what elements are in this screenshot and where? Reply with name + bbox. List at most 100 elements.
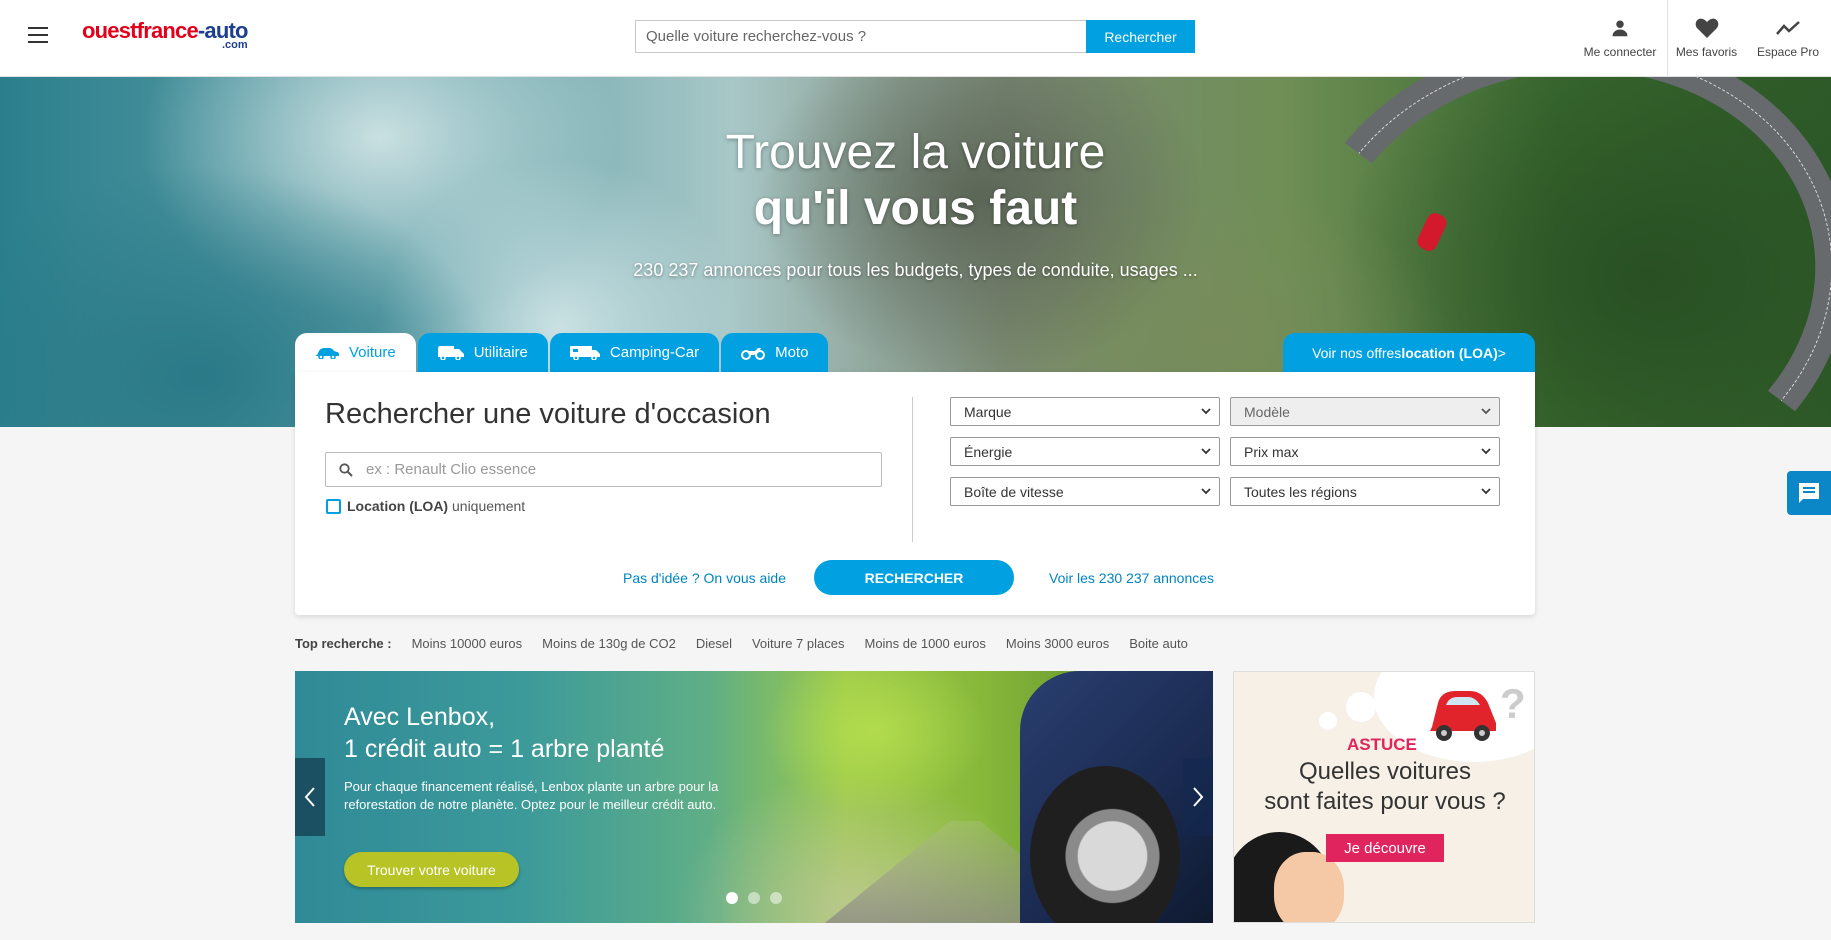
find-car-button[interactable]: Trouver votre voiture: [344, 852, 519, 887]
pro-space-button[interactable]: Espace Pro: [1745, 0, 1831, 77]
top-search-link[interactable]: Boite auto: [1129, 636, 1188, 651]
select-energie[interactable]: Énergie: [950, 437, 1220, 466]
loa-offers-bold: location (LOA): [1401, 344, 1498, 361]
carousel-dots: [726, 892, 782, 904]
top-search-link[interactable]: Moins 3000 euros: [1006, 636, 1109, 651]
select-modele-value: Modèle: [1244, 403, 1290, 420]
hero-subtitle: 230 237 annonces pour tous les budgets, …: [633, 260, 1198, 280]
select-boite-vitesse[interactable]: Boîte de vitesse: [950, 477, 1220, 506]
chat-icon: [1799, 483, 1819, 503]
checkbox-box[interactable]: [326, 498, 341, 514]
top-search-link[interactable]: Moins de 1000 euros: [864, 636, 985, 651]
header-search-button[interactable]: Rechercher: [1086, 20, 1195, 53]
carousel-dot[interactable]: [770, 892, 782, 904]
hero-title-line2: qu'il vous faut: [753, 182, 1078, 235]
tab-utilitaire-label: Utilitaire: [473, 344, 528, 361]
banner-text: Pour chaque financement réalisé, Lenbox …: [344, 779, 719, 812]
loa-checkbox-text: uniquement: [448, 498, 526, 514]
chevron-down-icon: [1481, 488, 1491, 495]
car-icon: [315, 347, 339, 359]
search-card-title: Rechercher une voiture d'occasion: [325, 398, 771, 430]
tip-question-line2: sont faites pour vous ?: [1264, 788, 1506, 815]
favorites-button[interactable]: Mes favoris: [1668, 0, 1745, 77]
select-boite-vitesse-value: Boîte de vitesse: [964, 483, 1064, 500]
keyword-search-input[interactable]: [366, 461, 856, 478]
select-prix-max-value: Prix max: [1244, 443, 1299, 460]
moto-icon: [741, 346, 766, 360]
tab-utilitaire[interactable]: Utilitaire: [417, 333, 548, 372]
van-icon: [437, 345, 464, 360]
header-actions: Me connecter Mes favoris Espace Pro: [1573, 0, 1831, 77]
chevron-left-icon: [304, 787, 315, 807]
top-search-link[interactable]: Moins 10000 euros: [412, 636, 523, 651]
cloud-bubble: [1319, 712, 1337, 730]
loa-offers-link[interactable]: Voir nos offres location (LOA) >: [1283, 333, 1535, 372]
chevron-down-icon: [1481, 408, 1491, 415]
banner-title-line1: Avec Lenbox,: [344, 703, 496, 731]
promo-carousel: Avec Lenbox, 1 crédit auto = 1 arbre plan…: [295, 671, 1213, 923]
login-button[interactable]: Me connecter: [1573, 0, 1668, 77]
chevron-down-icon: [1481, 448, 1491, 455]
loa-checkbox-bold: Location (LOA): [347, 498, 449, 514]
carousel-dot[interactable]: [748, 892, 760, 904]
select-prix-max[interactable]: Prix max: [1230, 437, 1500, 466]
search-submit-button[interactable]: RECHERCHER: [814, 560, 1014, 595]
select-marque[interactable]: Marque: [950, 397, 1220, 426]
chevron-down-icon: [1201, 488, 1211, 495]
hero-title-line1: Trouvez la voiture: [725, 126, 1106, 179]
site-header: ouestfrance-auto .com Rechercher Me conn…: [0, 0, 1831, 77]
chevron-down-icon: [1201, 448, 1211, 455]
logo-part1: ouestfrance: [82, 18, 199, 43]
question-mark-icon: ?: [1500, 680, 1526, 727]
tab-voiture[interactable]: Voiture: [295, 333, 416, 372]
top-search-link[interactable]: Moins de 130g de CO2: [542, 636, 676, 651]
top-searches-label: Top recherche :: [295, 636, 392, 651]
pro-space-label: Espace Pro: [1756, 45, 1820, 59]
tip-question: Quelles voitures sont faites pour vous ?: [1234, 757, 1534, 817]
select-marque-value: Marque: [964, 403, 1012, 420]
site-logo[interactable]: ouestfrance-auto .com: [82, 18, 248, 52]
select-modele[interactable]: Modèle: [1230, 397, 1500, 426]
carousel-next-button[interactable]: [1183, 758, 1213, 836]
banner-title-line2: 1 crédit auto = 1 arbre planté: [344, 735, 665, 763]
search-icon: [326, 462, 366, 477]
user-icon: [1611, 17, 1629, 39]
menu-icon[interactable]: [28, 27, 48, 43]
banner-title: Avec Lenbox, 1 crédit auto = 1 arbre plan…: [344, 701, 664, 765]
tab-moto[interactable]: Moto: [721, 333, 829, 372]
chevron-down-icon: [1201, 408, 1211, 415]
logo-suffix: .com: [221, 39, 248, 51]
keyword-search-box[interactable]: [325, 452, 882, 487]
select-regions-value: Toutes les régions: [1244, 483, 1357, 500]
tip-label: ASTUCE: [1347, 735, 1417, 754]
help-link[interactable]: Pas d'idée ? On vous aide: [623, 570, 786, 586]
chevron-right-icon: [1193, 787, 1204, 807]
header-search: Rechercher: [635, 20, 1195, 53]
carousel-prev-button[interactable]: [295, 758, 325, 836]
top-search-link[interactable]: Voiture 7 places: [752, 636, 845, 651]
tab-moto-label: Moto: [775, 344, 809, 361]
girl-face-illustration: [1274, 852, 1344, 922]
select-energie-value: Énergie: [964, 443, 1013, 460]
red-car-icon: [1430, 691, 1496, 741]
carousel-dot[interactable]: [726, 892, 738, 904]
tip-question-line1: Quelles voitures: [1298, 758, 1472, 785]
heart-icon: [1695, 17, 1719, 39]
chat-button[interactable]: [1787, 471, 1831, 515]
top-search-link[interactable]: Diesel: [696, 636, 732, 651]
login-label: Me connecter: [1583, 45, 1657, 59]
tab-camping-car[interactable]: Camping-Car: [549, 333, 720, 372]
camper-icon: [569, 345, 600, 360]
tip-card[interactable]: ? ASTUCE Quelles voitures sont faites pou…: [1233, 671, 1535, 923]
cloud-bubble: [1346, 692, 1376, 722]
loa-only-checkbox[interactable]: Location (LOA) uniquement: [326, 498, 525, 514]
tab-voiture-label: Voiture: [349, 344, 396, 361]
all-listings-link[interactable]: Voir les 230 237 annonces: [1049, 570, 1214, 586]
search-card: Rechercher une voiture d'occasion Locati…: [295, 372, 1535, 615]
discover-button[interactable]: Je découvre: [1326, 834, 1444, 862]
vehicle-tabs: Voiture Utilitaire Camping-Car Moto: [295, 333, 830, 372]
tab-camping-car-label: Camping-Car: [609, 344, 700, 361]
select-regions[interactable]: Toutes les régions: [1230, 477, 1500, 506]
top-searches: Top recherche : Moins 10000 euros Moins …: [295, 636, 1208, 651]
header-search-input[interactable]: [635, 20, 1086, 53]
